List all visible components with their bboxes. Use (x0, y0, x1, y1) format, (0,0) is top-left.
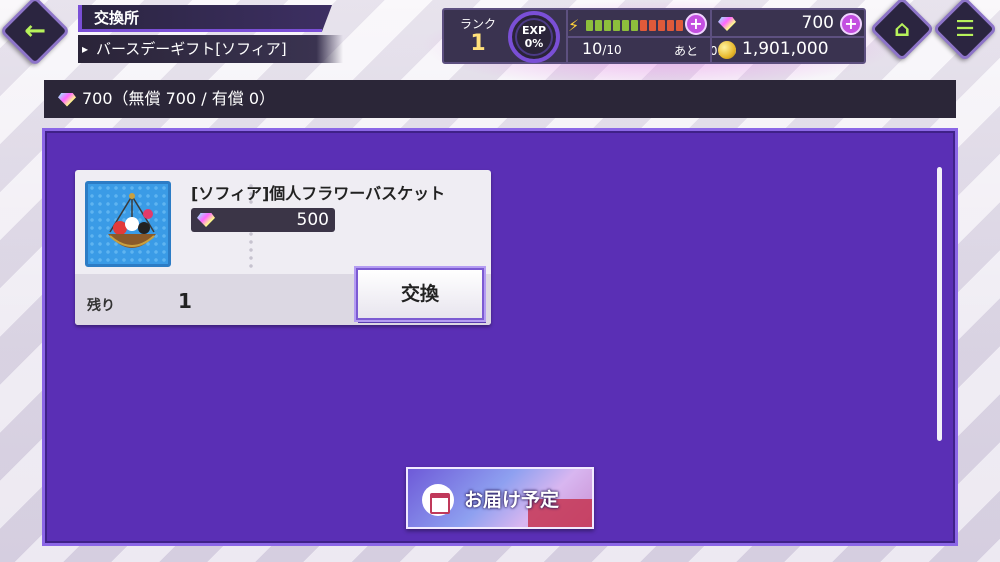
gem-plus-button[interactable]: + (840, 13, 862, 35)
stamina-after-label: あと (674, 44, 699, 58)
coin-icon (718, 41, 736, 59)
gem-breakdown-bar: 700（無償 700 / 有償 0） (44, 80, 956, 118)
exp-label: EXP (521, 24, 547, 37)
player-status-panel: ランク 1 EXP 0% ⚡ + 10/10 あと 0:00 700 + 1,9… (442, 8, 866, 64)
rank-label: ランク (459, 17, 496, 31)
remaining-label: 残り (87, 298, 115, 314)
gem-breakdown-text: 700（無償 700 / 有償 0） (82, 89, 275, 108)
rank-value: 1 (470, 31, 486, 56)
stamina-segment (586, 19, 593, 31)
stamina-count: 10/10 (582, 39, 622, 58)
divider (710, 10, 712, 62)
gem-count: 700 (801, 13, 834, 33)
delivery-schedule-button[interactable]: お届け予定 (406, 467, 594, 529)
lightning-icon: ⚡ (568, 15, 580, 35)
exp-value: 0% (524, 37, 544, 50)
item-thumbnail[interactable] (85, 181, 171, 267)
back-arrow-icon: ← (24, 16, 46, 46)
coin-count: 1,901,000 (742, 39, 829, 59)
menu-list-icon: ☰ (955, 16, 975, 42)
coin-balance: 1,901,000 (714, 38, 864, 62)
stamina-max: /10 (602, 43, 622, 57)
remaining-value: 1 (178, 289, 192, 313)
exp-gauge: EXP 0% (508, 11, 560, 63)
gem-icon (718, 17, 736, 31)
stamina-segment (604, 19, 611, 31)
flower-basket-icon (108, 193, 156, 248)
gem-icon (197, 213, 215, 227)
home-icon: ⌂ (894, 16, 910, 42)
stamina-segment (658, 19, 665, 31)
page-title: 交換所 (78, 5, 332, 32)
stamina-segment (595, 19, 602, 31)
stamina-segment (631, 19, 638, 31)
stamina-segment (613, 19, 620, 31)
item-price: 500 (191, 208, 335, 232)
exchange-button[interactable]: 交換 (356, 268, 484, 320)
stamina-segment (640, 19, 647, 31)
stamina-plus-button[interactable]: + (685, 13, 707, 35)
stamina-segment (667, 19, 674, 31)
scrollbar[interactable] (937, 167, 942, 441)
stamina-segment (676, 19, 683, 31)
rank-box: ランク 1 (444, 10, 512, 62)
calendar-icon (422, 484, 454, 516)
item-name: [ソフィア]個人フラワーバスケット (191, 184, 446, 203)
item-price-value: 500 (296, 210, 329, 230)
stamina-segment (622, 19, 629, 31)
stamina-current: 10 (582, 39, 603, 58)
page-subtitle: バースデーギフト[ソフィア] (78, 35, 343, 63)
gem-icon (58, 92, 76, 107)
delivery-schedule-label: お届け予定 (464, 489, 560, 511)
stamina-segment (649, 19, 656, 31)
